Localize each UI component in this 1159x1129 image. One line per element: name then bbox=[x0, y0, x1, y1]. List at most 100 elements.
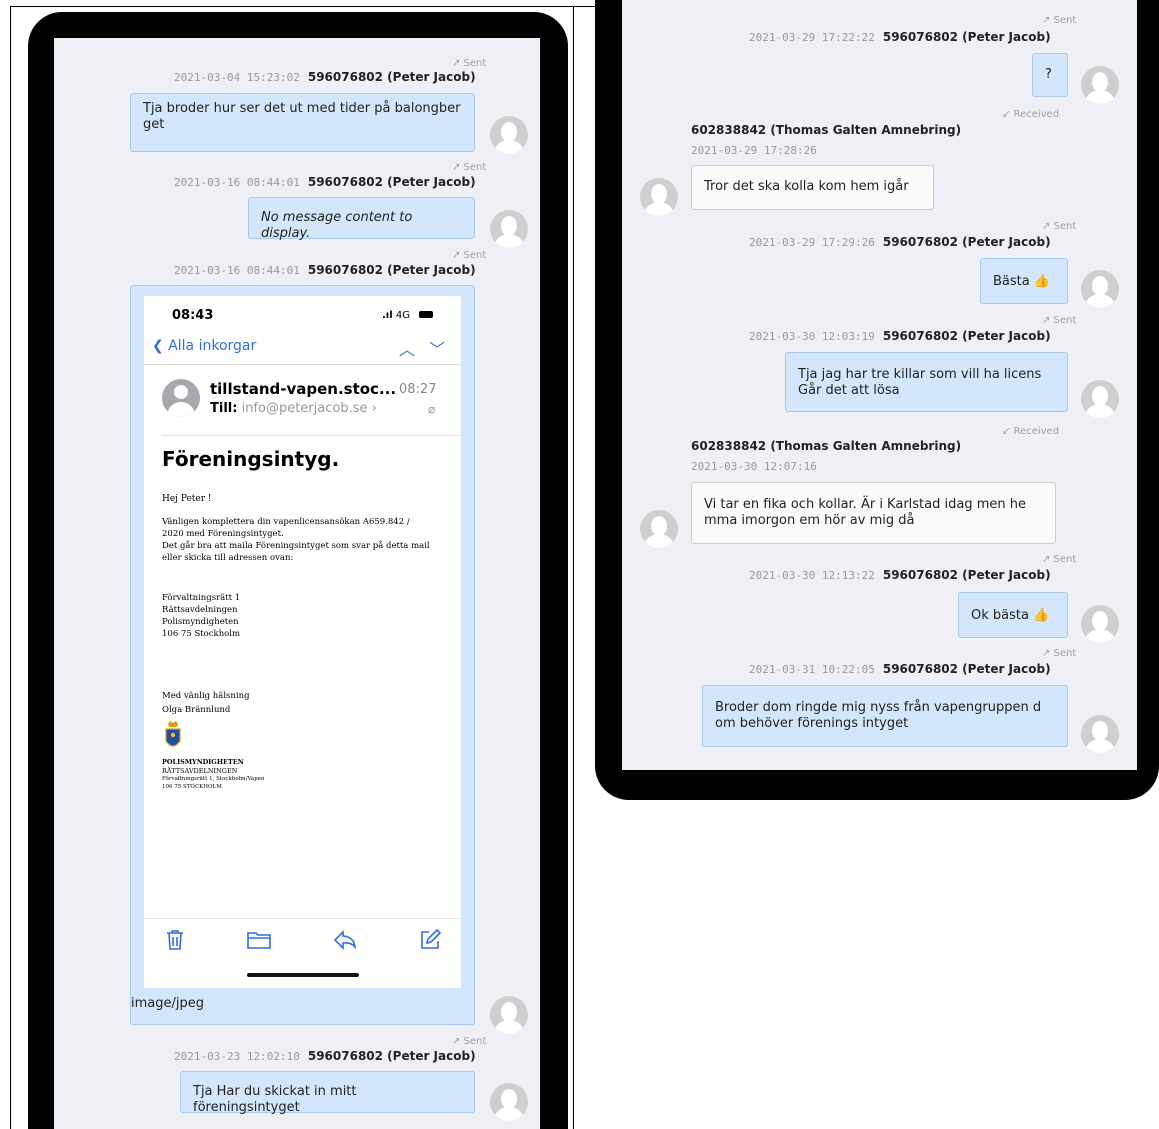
sender-name: 596076802 (Peter Jacob) bbox=[307, 263, 476, 277]
mail-from[interactable]: tillstand-vapen.stoc... bbox=[210, 380, 396, 398]
chevron-up-icon[interactable]: ︿ bbox=[399, 336, 415, 360]
back-label: Alla inkorgar bbox=[168, 338, 257, 354]
status-sent: ↗ Sent bbox=[1042, 648, 1077, 659]
message-header: 2021-03-30 12:13:22 596076802 (Peter Jaco… bbox=[749, 568, 1051, 582]
divider-left bbox=[10, 6, 11, 1129]
avatar bbox=[640, 178, 678, 216]
sender-name: 596076802 (Peter Jacob) bbox=[307, 1049, 476, 1063]
message-bubble[interactable]: Vi tar en fika och kollar. Är i Karlstad… bbox=[691, 482, 1056, 544]
timestamp: 2021-03-16 08:44:01 bbox=[174, 264, 300, 277]
police-emblem-icon bbox=[164, 721, 182, 753]
status-sent: ↗ Sent bbox=[452, 162, 487, 173]
mail-time: 08:27 bbox=[399, 382, 437, 397]
address-line: Polismyndigheten bbox=[162, 617, 239, 627]
status-sent: ↗ Sent bbox=[1042, 554, 1077, 565]
signal-icon: .ıl 4G bbox=[382, 310, 410, 321]
sender-name: 596076802 (Peter Jacob) bbox=[882, 662, 1051, 676]
message-header: 2021-03-16 08:44:01 596076802 (Peter Jaco… bbox=[174, 263, 476, 277]
org-name: POLISMYNDIGHETEN bbox=[162, 758, 244, 766]
avatar bbox=[490, 996, 528, 1034]
mail-body-line: eller skicka till adressen ovan: bbox=[162, 553, 294, 563]
org-dept: RÄTTSAVDELNINGEN bbox=[162, 767, 238, 775]
message-header: 2021-03-23 12:02:10 596076802 (Peter Jaco… bbox=[174, 1049, 476, 1063]
avatar bbox=[1081, 66, 1119, 104]
org-city: 106 75 STOCKHOLM bbox=[162, 784, 222, 790]
message-bubble[interactable]: Tror det ska kolla kom hem igår bbox=[691, 165, 934, 210]
avatar bbox=[1081, 605, 1119, 643]
message-bubble[interactable]: Tja jag har tre killar som vill ha licen… bbox=[785, 352, 1068, 412]
message-bubble[interactable]: Bästa 👍 bbox=[980, 258, 1068, 304]
message-bubble[interactable]: Ok bästa 👍 bbox=[958, 592, 1068, 638]
avatar bbox=[1081, 380, 1119, 418]
home-indicator bbox=[247, 973, 359, 977]
back-button[interactable]: ❮ Alla inkorgar bbox=[152, 338, 256, 354]
mail-body-line: Det går bra att maila Föreningsintyget s… bbox=[162, 541, 430, 551]
message-header: 2021-03-30 12:03:19 596076802 (Peter Jaco… bbox=[749, 329, 1051, 343]
avatar bbox=[1081, 270, 1119, 308]
mail-to[interactable]: Till: info@peterjacob.se › bbox=[210, 401, 377, 416]
right-chat-screen[interactable]: ↗ Sent 2021-03-29 17:22:22 596076802 (Pet… bbox=[622, 0, 1137, 770]
message-bubble[interactable]: Broder dom ringde mig nyss från vapengru… bbox=[702, 685, 1068, 747]
status-sent: ↗ Sent bbox=[1042, 315, 1077, 326]
timestamp: 2021-03-29 17:29:26 bbox=[749, 236, 875, 249]
status-sent: ↗ Sent bbox=[452, 1036, 487, 1047]
battery-icon bbox=[419, 311, 433, 318]
sender-name: 596076802 (Peter Jacob) bbox=[882, 235, 1051, 249]
mail-screenshot[interactable]: 08:43 .ıl 4G ❮ Alla inkorgar ︿ ﹀ tillsta… bbox=[144, 296, 461, 988]
avatar bbox=[490, 116, 528, 154]
folder-icon[interactable] bbox=[247, 931, 271, 953]
status-sent: ↗ Sent bbox=[452, 58, 487, 69]
network-label: 4G bbox=[395, 310, 410, 321]
header-divider bbox=[144, 364, 461, 365]
timestamp: 2021-03-30 12:03:19 bbox=[749, 330, 875, 343]
avatar bbox=[1081, 715, 1119, 753]
message-bubble[interactable]: ? bbox=[1032, 53, 1068, 97]
chevron-down-icon[interactable]: ﹀ bbox=[429, 336, 445, 360]
status-sent: ↗ Sent bbox=[1042, 15, 1077, 26]
timestamp: 2021-03-31 10:22:05 bbox=[749, 663, 875, 676]
message-bubble[interactable]: Tja Har du skickat in mitt föreningsinty… bbox=[180, 1071, 475, 1115]
sender-name: 596076802 (Peter Jacob) bbox=[882, 30, 1051, 44]
chevron-left-icon: ❮ bbox=[152, 338, 164, 354]
mail-body-line: Vänligen komplettera din vapenlicensansö… bbox=[162, 517, 410, 527]
address-line: 106 75 Stockholm bbox=[162, 629, 241, 639]
left-chat-screen[interactable]: ↗ Sent 2021-03-04 15:23:02 596076802 (Pet… bbox=[54, 38, 540, 1129]
timestamp: 2021-03-30 12:13:22 bbox=[749, 569, 875, 582]
attachment-type-label: image/jpeg bbox=[131, 996, 204, 1011]
message-bubble[interactable]: Tja broder hur ser det ut med tider på b… bbox=[130, 93, 475, 152]
status-received: ↙ Received bbox=[1002, 426, 1060, 437]
message-header: 2021-03-29 17:29:26 596076802 (Peter Jaco… bbox=[749, 235, 1051, 249]
timestamp: 2021-03-30 12:07:16 bbox=[691, 460, 817, 473]
paperclip-icon: ⌀ bbox=[428, 402, 436, 416]
mail-closing: Med vänlig hälsning bbox=[162, 691, 250, 701]
status-sent: ↗ Sent bbox=[1042, 221, 1077, 232]
timestamp: 2021-03-29 17:28:26 bbox=[691, 144, 817, 157]
sender-name: 596076802 (Peter Jacob) bbox=[882, 329, 1051, 343]
address-line: Förvaltningsrätt 1 bbox=[162, 593, 241, 603]
mail-signer: Olga Brännlund bbox=[162, 705, 231, 715]
mail-greeting: Hej Peter ! bbox=[162, 494, 212, 504]
trash-icon[interactable] bbox=[165, 929, 185, 955]
timestamp: 2021-03-29 17:22:22 bbox=[749, 31, 875, 44]
address-line: Rättsavdelningen bbox=[162, 605, 238, 615]
sender-name: 596076802 (Peter Jacob) bbox=[307, 175, 476, 189]
sender-name: 602838842 (Thomas Galten Amnebring) bbox=[691, 439, 962, 453]
status-sent: ↗ Sent bbox=[452, 250, 487, 261]
chevron-right-icon: › bbox=[371, 401, 377, 416]
to-label: Till: bbox=[210, 401, 238, 416]
header-divider bbox=[162, 435, 461, 436]
message-bubble[interactable]: No message content to display. bbox=[248, 197, 475, 241]
reply-icon[interactable] bbox=[333, 930, 357, 954]
mail-subject: Föreningsintyg. bbox=[162, 447, 340, 471]
to-value: info@peterjacob.se bbox=[241, 401, 368, 416]
toolbar-divider bbox=[144, 918, 461, 919]
message-header: 2021-03-16 08:44:01 596076802 (Peter Jaco… bbox=[174, 175, 476, 189]
sender-name: 602838842 (Thomas Galten Amnebring) bbox=[691, 123, 962, 137]
message-header: 2021-03-29 17:22:22 596076802 (Peter Jaco… bbox=[749, 30, 1051, 44]
sender-name: 596076802 (Peter Jacob) bbox=[307, 70, 476, 84]
avatar bbox=[640, 510, 678, 548]
message-header: 2021-03-31 10:22:05 596076802 (Peter Jaco… bbox=[749, 662, 1051, 676]
sender-name: 596076802 (Peter Jacob) bbox=[882, 568, 1051, 582]
compose-icon[interactable] bbox=[419, 928, 442, 955]
org-address: Förvaltningsrätt 1, Stockholm/Vapen bbox=[162, 776, 265, 782]
